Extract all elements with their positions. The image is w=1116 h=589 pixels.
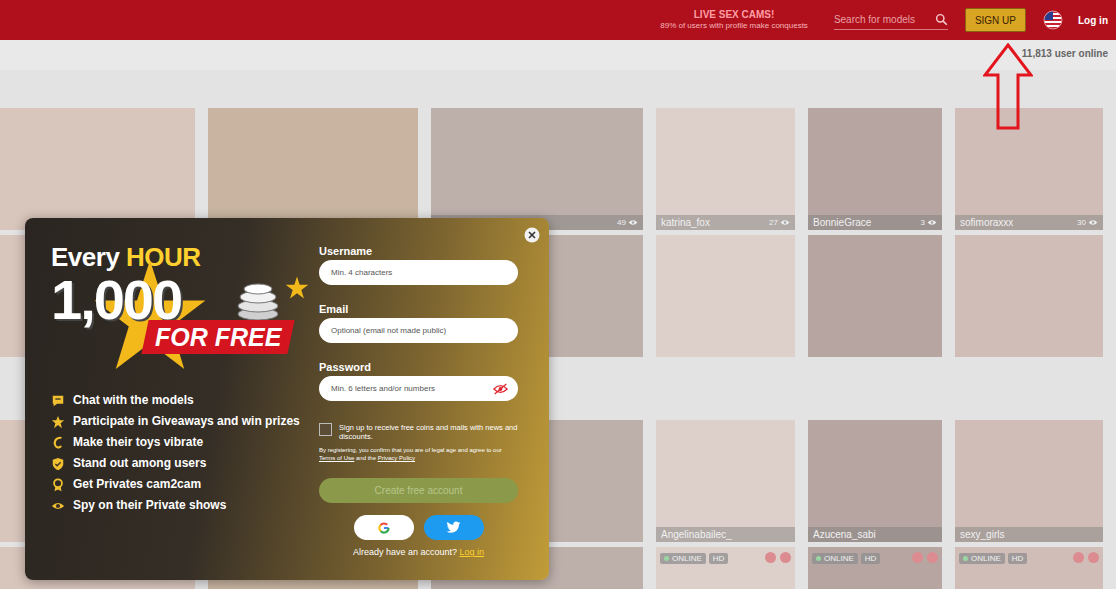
star-icon [51, 415, 65, 429]
modal-login-link[interactable]: Log in [460, 547, 485, 557]
header-subtitle: 89% of users with profile make conquests [660, 21, 808, 31]
signup-button[interactable]: SIGN UP [965, 8, 1026, 32]
input-placeholder: Min. 6 letters and/or numbers [331, 384, 435, 393]
promo-amount-box: 1,000 FOR FREE [51, 272, 319, 356]
feature-text: Spy on their Private shows [73, 495, 226, 516]
twitter-button[interactable] [424, 515, 484, 540]
small-star-icon [285, 276, 309, 300]
google-button[interactable] [354, 515, 414, 540]
twitter-icon [446, 521, 461, 534]
feature-item: Spy on their Private shows [51, 495, 319, 516]
signup-modal: Every HOUR 1,000 FOR FREE Chat with the … [25, 218, 549, 580]
legal-text: By registering, you confirm that you are… [319, 446, 518, 462]
social-login [319, 515, 518, 540]
form-field: Username Min. 4 characters [319, 244, 518, 285]
form-field: Password Min. 6 letters and/or numbers [319, 360, 518, 401]
close-icon[interactable] [524, 227, 540, 243]
input-placeholder: Min. 4 characters [331, 268, 392, 277]
feature-text: Participate in Giveaways and win prizes [73, 411, 300, 432]
online-count: 11,813 user online [1022, 48, 1108, 59]
login-prompt-text: Already have an account? [353, 547, 457, 557]
privacy-link[interactable]: Privacy Policy [378, 455, 415, 461]
feature-text: Chat with the models [73, 390, 194, 411]
text-input[interactable]: Min. 4 characters [319, 260, 518, 285]
shield-icon [51, 457, 65, 471]
feature-item: Participate in Giveaways and win prizes [51, 411, 319, 432]
feature-text: Make their toys vibrate [73, 432, 203, 453]
promo-every: Every [51, 242, 119, 272]
feature-item: Get Privates cam2cam [51, 474, 319, 495]
red-arrow-icon [983, 43, 1033, 131]
feature-text: Get Privates cam2cam [73, 474, 201, 495]
chat-icon [51, 394, 65, 408]
create-account-button[interactable]: Create free account [319, 478, 518, 503]
hidden-eye-icon[interactable] [493, 383, 508, 395]
magnifier-icon[interactable] [935, 13, 948, 26]
coins-icon [233, 282, 283, 322]
field-label: Password [319, 360, 518, 374]
top-bar: LIVE SEX CAMS! 89% of users with profile… [0, 0, 1116, 40]
us-flag-icon[interactable] [1043, 10, 1063, 30]
promo-hour: HOUR [126, 242, 201, 272]
promo-headline: Every HOUR [51, 242, 319, 272]
newsletter-row: Sign up to receive free coins and mails … [319, 423, 518, 441]
feature-item: Make their toys vibrate [51, 432, 319, 453]
feature-list: Chat with the models Participate in Give… [51, 390, 319, 516]
login-prompt: Already have an account? Log in [319, 547, 518, 557]
vibe-icon [51, 436, 65, 450]
field-label: Email [319, 302, 518, 316]
promo-column: Every HOUR 1,000 FOR FREE Chat with the … [25, 218, 319, 580]
newsletter-checkbox[interactable] [319, 423, 332, 436]
medal-icon [51, 478, 65, 492]
terms-link[interactable]: Terms of Use [319, 455, 354, 461]
search-placeholder: Search for models [834, 14, 915, 25]
login-link[interactable]: Log in [1078, 15, 1108, 26]
header-title: LIVE SEX CAMS! [660, 9, 808, 21]
form-field: Email Optional (email not made public) [319, 302, 518, 343]
feature-text: Stand out among users [73, 453, 206, 474]
newsletter-label: Sign up to receive free coins and mails … [339, 423, 518, 441]
online-strip: 11,813 user online [0, 40, 1116, 70]
text-input[interactable]: Min. 6 letters and/or numbers [319, 376, 518, 401]
promo-free-text: FOR FREE [155, 322, 281, 352]
google-icon [377, 521, 391, 535]
eye-icon [51, 499, 65, 513]
page: LIVE SEX CAMS! 89% of users with profile… [0, 0, 1116, 589]
header-promo: LIVE SEX CAMS! 89% of users with profile… [660, 9, 808, 31]
field-label: Username [319, 244, 518, 258]
feature-item: Stand out among users [51, 453, 319, 474]
feature-item: Chat with the models [51, 390, 319, 411]
promo-free-banner: FOR FREE [141, 320, 295, 354]
signup-form: Username Min. 4 characters Email Optiona… [319, 218, 518, 580]
text-input[interactable]: Optional (email not made public) [319, 318, 518, 343]
search-field[interactable]: Search for models [834, 11, 948, 30]
input-placeholder: Optional (email not made public) [331, 326, 446, 335]
